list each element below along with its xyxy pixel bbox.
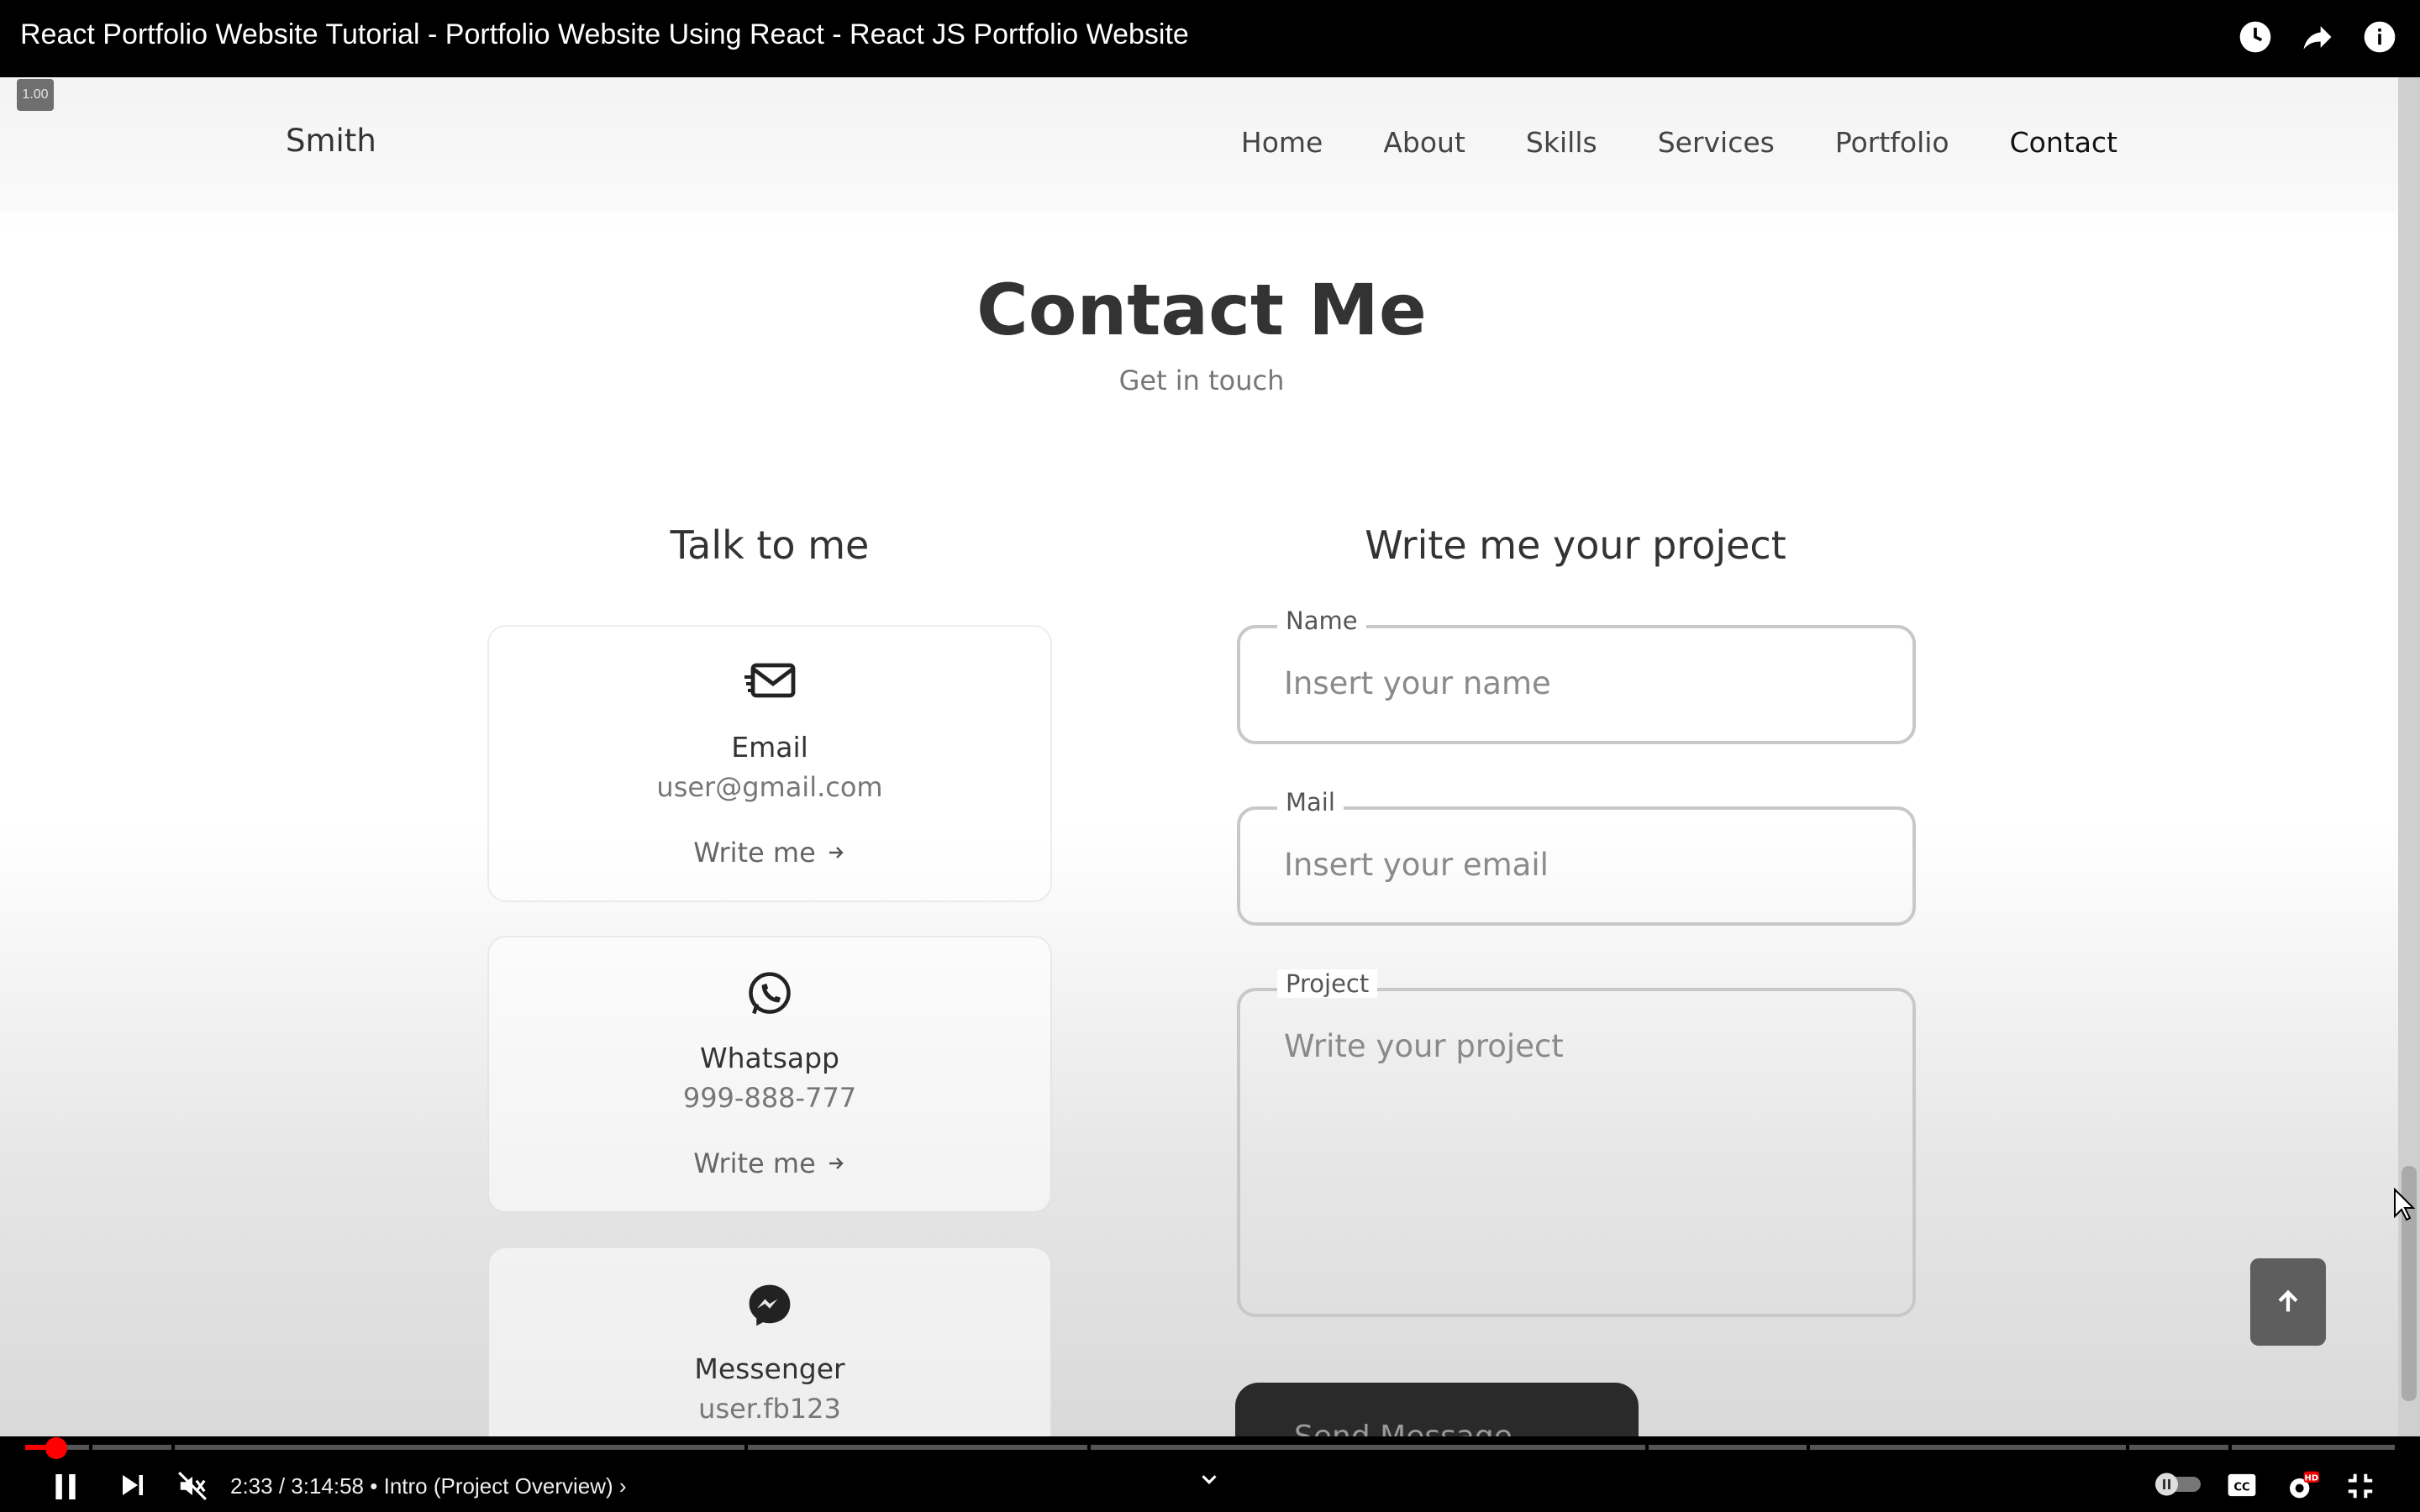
page-scrollbar[interactable] <box>2398 77 2420 1436</box>
svg-text:CC: CC <box>2233 1482 2249 1494</box>
chapter-marker <box>1087 1445 1091 1450</box>
arrow-right-icon <box>829 1158 844 1169</box>
contact-card-messenger: Messenger user.fb123 <box>487 1247 1052 1436</box>
chevron-down-icon <box>1202 1475 1217 1484</box>
nav-home[interactable]: Home <box>1241 126 1323 159</box>
time-text: 2:33 / 3:14:58 <box>230 1473 365 1499</box>
card-value: user.fb123 <box>698 1393 841 1425</box>
player-title-bar: React Portfolio Website Tutorial - Portf… <box>0 0 2420 77</box>
top-actions <box>2235 17 2400 57</box>
chapter-marker <box>744 1445 748 1450</box>
chapter-marker <box>89 1445 92 1450</box>
write-me-label: Write me <box>693 837 816 869</box>
arrow-right-icon <box>829 847 844 858</box>
settings-button[interactable]: HD <box>2284 1470 2321 1504</box>
site-header: Smith Home About Skills Services Portfol… <box>0 77 2420 212</box>
mail-label: Mail <box>1277 788 1344 816</box>
expand-description-button[interactable] <box>1197 1467 1222 1492</box>
write-me-label: Write me <box>693 1147 816 1179</box>
next-button[interactable] <box>118 1470 148 1500</box>
mouse-cursor-icon <box>2393 1187 2416 1225</box>
card-title: Email <box>731 731 808 764</box>
speed-badge: 1.00 <box>17 79 54 111</box>
nav-about[interactable]: About <box>1383 126 1465 159</box>
exit-fullscreen-button[interactable] <box>2344 1470 2376 1502</box>
project-label: Project <box>1277 969 1378 998</box>
info-icon[interactable] <box>2360 17 2400 57</box>
project-field: Project <box>1237 969 1916 1317</box>
contact-card-whatsapp: Whatsapp 999-888-777 Write me <box>487 936 1052 1213</box>
send-message-button[interactable]: Send Message <box>1235 1383 1639 1436</box>
nav-services[interactable]: Services <box>1658 126 1775 159</box>
next-icon <box>123 1475 143 1495</box>
nav-skills[interactable]: Skills <box>1526 126 1597 159</box>
name-label: Name <box>1277 606 1366 635</box>
time-display: 2:33 / 3:14:58 • Intro (Project Overview… <box>230 1473 627 1499</box>
whatsapp-icon <box>489 969 1050 1020</box>
watch-later-icon[interactable] <box>2235 17 2275 57</box>
name-field: Name <box>1237 606 1916 744</box>
contact-card-email: Email user@gmail.com Write me <box>487 625 1052 902</box>
svg-text:HD: HD <box>2304 1474 2318 1483</box>
player-controls: 2:33 / 3:14:58 • Intro (Project Overview… <box>0 1436 2420 1512</box>
chapter-title[interactable]: • Intro (Project Overview) › <box>370 1473 626 1499</box>
share-icon[interactable] <box>2297 17 2338 57</box>
email-icon <box>489 659 1050 706</box>
site-nav: Home About Skills Services Portfolio Con… <box>1241 126 2118 159</box>
video-viewport[interactable]: Smith Home About Skills Services Portfol… <box>0 77 2420 1436</box>
nav-portfolio[interactable]: Portfolio <box>1835 126 1949 159</box>
autoplay-toggle-icon <box>2155 1473 2201 1496</box>
card-value: user@gmail.com <box>656 771 883 803</box>
gear-icon: HD <box>2290 1471 2319 1499</box>
section-title: Contact Me <box>976 269 1427 351</box>
write-me-link[interactable]: Write me <box>489 837 1050 869</box>
project-textarea[interactable] <box>1284 1028 1872 1280</box>
arrow-up-icon <box>2278 1289 2298 1312</box>
section-subtitle: Get in touch <box>1118 365 1285 396</box>
progress-scrubber[interactable] <box>45 1437 67 1459</box>
send-message-label: Send Message <box>1294 1420 1512 1436</box>
exit-fullscreen-icon <box>2348 1473 2373 1499</box>
scroll-up-button[interactable] <box>2250 1258 2326 1346</box>
nav-contact[interactable]: Contact <box>2010 126 2118 159</box>
mail-input[interactable] <box>1284 847 1872 883</box>
chapter-marker <box>171 1445 175 1450</box>
volume-muted-icon <box>178 1472 207 1500</box>
chapter-marker <box>2228 1445 2232 1450</box>
video-title[interactable]: React Portfolio Website Tutorial - Portf… <box>20 18 1189 51</box>
mail-field: Mail <box>1237 788 1916 926</box>
name-input[interactable] <box>1284 665 1872 701</box>
card-title: Whatsapp <box>699 1042 839 1074</box>
write-title: Write me your project <box>1365 522 1786 568</box>
chapter-marker <box>1807 1445 1810 1450</box>
pause-icon <box>55 1474 76 1499</box>
autoplay-toggle[interactable] <box>2153 1470 2203 1499</box>
write-me-link[interactable]: Write me <box>489 1147 1050 1179</box>
captions-button[interactable]: CC <box>2225 1470 2259 1500</box>
chapter-marker <box>2126 1445 2129 1450</box>
talk-title: Talk to me <box>670 522 870 568</box>
chapter-marker <box>1645 1445 1649 1450</box>
card-title: Messenger <box>694 1352 845 1385</box>
messenger-icon <box>489 1280 1050 1331</box>
captions-icon: CC <box>2228 1473 2256 1497</box>
card-value: 999-888-777 <box>682 1082 857 1114</box>
pause-button[interactable] <box>49 1470 82 1504</box>
progress-bar[interactable] <box>25 1445 2395 1450</box>
site-logo[interactable]: Smith <box>286 123 376 159</box>
mute-button[interactable] <box>176 1470 208 1502</box>
